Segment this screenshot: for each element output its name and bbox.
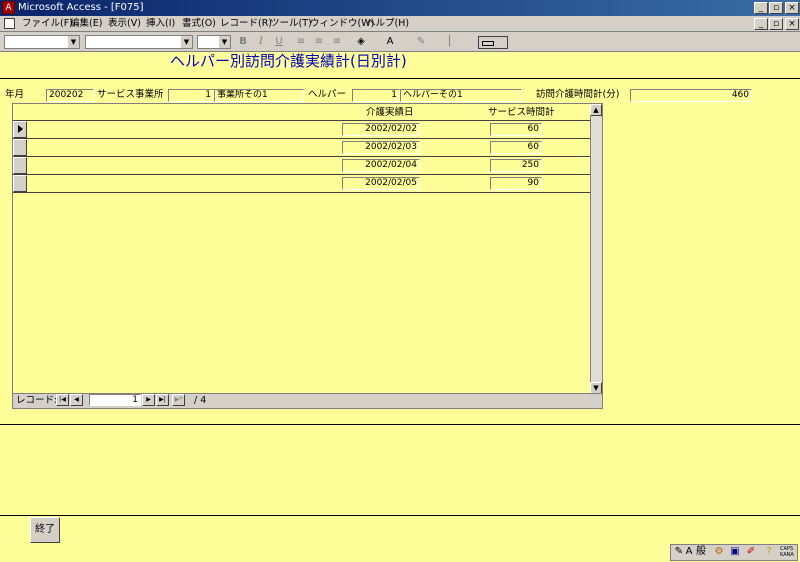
title-bar: A Microsoft Access - [F075] _ ▫ ×: [0, 0, 800, 16]
first-record-button[interactable]: |◀: [56, 394, 69, 406]
formatting-toolbar: ▼ ▼ ▼: [0, 32, 800, 52]
bold-button[interactable]: B: [236, 35, 250, 49]
ime-tool-icon[interactable]: ✐: [744, 545, 758, 559]
row-minutes-field[interactable]: 60: [490, 141, 542, 154]
col-header-date: 介護実績日: [366, 107, 414, 118]
kana-label: KANA: [780, 552, 794, 558]
special-effect-icon[interactable]: [478, 36, 508, 49]
total-minutes-field[interactable]: 460: [630, 89, 752, 102]
record-count: / 4: [194, 395, 207, 406]
child-close-button[interactable]: ×: [785, 18, 799, 30]
row-date-field[interactable]: 2002/02/05: [342, 177, 420, 190]
year-month-field[interactable]: 200202: [46, 89, 94, 102]
row-separator: [13, 120, 590, 121]
next-record-button[interactable]: ▶: [142, 394, 155, 406]
menu-bar: ファイル(F) 編集(E) 表示(V) 挿入(I) 書式(O) レコード(R) …: [0, 16, 800, 32]
line-width-icon[interactable]: ▏: [446, 35, 460, 49]
align-right-icon[interactable]: ≡: [330, 35, 344, 49]
previous-record-button[interactable]: ◀: [70, 394, 83, 406]
year-month-label: 年月: [5, 89, 25, 100]
italic-button[interactable]: I: [254, 35, 268, 49]
row-minutes-field[interactable]: 60: [490, 123, 542, 136]
col-header-minutes: サービス時間計: [488, 107, 555, 118]
service-office-label: サービス事業所: [97, 89, 164, 100]
service-office-code-field[interactable]: 1: [168, 89, 214, 102]
helper-name-field[interactable]: ヘルパーその1: [400, 89, 522, 102]
row-date-field[interactable]: 2002/02/02: [342, 123, 420, 136]
row-minutes-field[interactable]: 250: [490, 159, 542, 172]
helper-label: ヘルパー: [308, 89, 347, 100]
ime-conversion-mode[interactable]: 般: [694, 545, 708, 559]
record-selector[interactable]: [13, 175, 27, 192]
fill-color-icon[interactable]: ◈: [354, 35, 368, 49]
header-divider: [0, 78, 800, 79]
row-date-field[interactable]: 2002/02/03: [342, 141, 420, 154]
form-title: ヘルパー別訪問介護実績計(日別計): [170, 52, 407, 70]
menu-tools[interactable]: ツール(T): [270, 17, 312, 30]
restore-button[interactable]: ▫: [769, 2, 783, 14]
access-icon: A: [2, 1, 15, 14]
current-record-field[interactable]: 1: [89, 394, 141, 406]
menu-edit[interactable]: 編集(E): [70, 17, 102, 30]
row-separator: [13, 174, 590, 175]
menu-format[interactable]: 書式(O): [182, 17, 216, 30]
menu-records[interactable]: レコード(R): [220, 17, 272, 30]
row-date-field[interactable]: 2002/02/04: [342, 159, 420, 172]
object-combo[interactable]: ▼: [4, 35, 80, 49]
ime-help-icon[interactable]: ?: [762, 545, 776, 559]
ime-pad-icon[interactable]: ▣: [728, 545, 742, 559]
align-left-icon[interactable]: ≡: [294, 35, 308, 49]
child-restore-button[interactable]: ▫: [769, 18, 783, 30]
font-color-icon[interactable]: A: [383, 35, 397, 49]
close-button[interactable]: ×: [785, 2, 799, 14]
menu-file[interactable]: ファイル(F): [22, 17, 73, 30]
new-record-button[interactable]: ▶*: [172, 394, 185, 406]
service-office-name-field[interactable]: 事業所その1: [214, 89, 304, 102]
row-minutes-field[interactable]: 90: [490, 177, 542, 190]
vertical-scrollbar[interactable]: [590, 104, 602, 394]
record-selector[interactable]: [13, 139, 27, 156]
ime-dictionary-icon[interactable]: ⚙: [712, 545, 726, 559]
footer-divider: [0, 515, 800, 516]
font-size-combo[interactable]: ▼: [197, 35, 231, 49]
record-selector-current[interactable]: [13, 121, 27, 138]
record-nav-label: レコード:: [16, 395, 58, 406]
menu-window[interactable]: ウィンドウ(W): [310, 17, 374, 30]
font-combo[interactable]: ▼: [85, 35, 193, 49]
child-minimize-button[interactable]: _: [754, 18, 768, 30]
underline-button[interactable]: U: [272, 35, 286, 49]
menu-insert[interactable]: 挿入(I): [146, 17, 175, 30]
detail-footer-divider: [0, 424, 800, 425]
ime-caps-indicator: CAPS KANA: [780, 546, 794, 558]
row-separator: [13, 192, 590, 193]
minimize-button[interactable]: _: [754, 2, 768, 14]
total-minutes-label: 訪問介護時間計(分): [536, 89, 620, 100]
row-separator: [13, 138, 590, 139]
helper-code-field[interactable]: 1: [352, 89, 400, 102]
record-selector[interactable]: [13, 157, 27, 174]
row-separator: [13, 156, 590, 157]
line-color-icon[interactable]: ✎: [414, 35, 428, 49]
form-icon[interactable]: [4, 18, 15, 29]
window-title: Microsoft Access - [F075]: [18, 2, 144, 13]
end-button[interactable]: 終了: [30, 517, 60, 543]
last-record-button[interactable]: ▶|: [156, 394, 169, 406]
menu-help[interactable]: ヘルプ(H): [366, 17, 409, 30]
scroll-up-button[interactable]: ▲: [590, 104, 602, 116]
align-center-icon[interactable]: ≡: [312, 35, 326, 49]
menu-view[interactable]: 表示(V): [108, 17, 141, 30]
